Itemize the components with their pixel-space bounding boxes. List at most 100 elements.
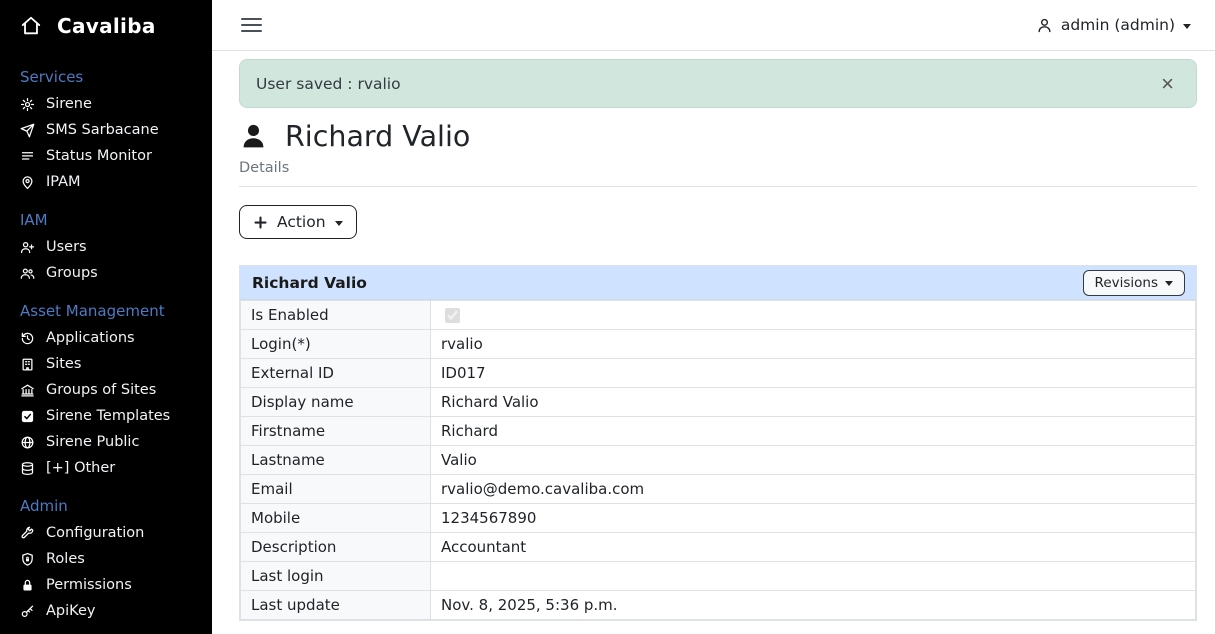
is-enabled-checkbox — [445, 308, 460, 323]
sidebar-item-label: Users — [46, 239, 87, 255]
lock-icon — [20, 578, 35, 593]
field-label: Firstname — [241, 417, 431, 446]
table-row: Last update Nov. 8, 2025, 5:36 p.m. — [241, 591, 1196, 620]
geo-pin-icon — [20, 175, 35, 190]
field-value — [431, 301, 1196, 330]
sidebar-item-ipam[interactable]: IPAM — [20, 169, 204, 195]
field-label: Display name — [241, 388, 431, 417]
main-area: admin (admin) User saved : rvalio × Rich… — [212, 0, 1215, 634]
field-value — [431, 562, 1196, 591]
user-menu-label: admin (admin) — [1061, 16, 1175, 34]
sidebar-section-asset-management: Asset Management — [20, 302, 204, 320]
field-value: rvalio@demo.cavaliba.com — [431, 475, 1196, 504]
divider — [239, 186, 1197, 187]
card-header: Richard Valio Revisions — [240, 266, 1196, 300]
bank-icon — [20, 383, 35, 398]
revisions-button-label: Revisions — [1095, 275, 1158, 291]
key-icon — [20, 604, 35, 619]
sidebar-item-other[interactable]: [+] Other — [20, 455, 204, 481]
globe-icon — [20, 435, 35, 450]
check-square-icon — [20, 409, 35, 424]
field-value: 1234567890 — [431, 504, 1196, 533]
chevron-down-icon — [1165, 281, 1173, 286]
sidebar-item-label: Configuration — [46, 525, 144, 541]
details-table: Is Enabled Login(*) rvalio External ID I… — [240, 300, 1196, 620]
history-icon — [20, 331, 35, 346]
sidebar-item-label: Sirene Templates — [46, 408, 170, 424]
sidebar-item-sites[interactable]: Sites — [20, 351, 204, 377]
table-row: Description Accountant — [241, 533, 1196, 562]
field-label: External ID — [241, 359, 431, 388]
list-icon — [20, 149, 35, 164]
table-row: Lastname Valio — [241, 446, 1196, 475]
page-subtitle: Details — [239, 160, 1197, 176]
top-navbar: admin (admin) — [212, 0, 1215, 51]
person-fill-icon — [239, 122, 268, 151]
field-label: Login(*) — [241, 330, 431, 359]
table-row: Display name Richard Valio — [241, 388, 1196, 417]
sidebar-item-label: Sirene — [46, 96, 92, 112]
hamburger-icon[interactable] — [239, 14, 264, 36]
sidebar-item-label: ApiKey — [46, 603, 95, 619]
page-heading: Richard Valio — [239, 120, 1197, 153]
sidebar-item-sirene-public[interactable]: Sirene Public — [20, 429, 204, 455]
page-title: Richard Valio — [285, 120, 470, 153]
success-alert: User saved : rvalio × — [239, 59, 1197, 108]
user-menu[interactable]: admin (admin) — [1036, 16, 1191, 34]
sidebar: Cavaliba Services Sirene SMS Sarbacane S… — [0, 0, 212, 634]
table-row: Firstname Richard — [241, 417, 1196, 446]
field-value: Richard Valio — [431, 388, 1196, 417]
table-row: Mobile 1234567890 — [241, 504, 1196, 533]
sidebar-item-permissions[interactable]: Permissions — [20, 572, 204, 598]
action-button-label: Action — [277, 213, 326, 231]
sidebar-item-sirene[interactable]: Sirene — [20, 91, 204, 117]
shield-lock-icon — [20, 552, 35, 567]
sidebar-item-sirene-templates[interactable]: Sirene Templates — [20, 403, 204, 429]
sidebar-item-label: IPAM — [46, 174, 81, 190]
field-value: ID017 — [431, 359, 1196, 388]
home-icon — [20, 15, 42, 37]
sidebar-item-applications[interactable]: Applications — [20, 325, 204, 351]
sidebar-item-label: Sirene Public — [46, 434, 139, 450]
table-row: Login(*) rvalio — [241, 330, 1196, 359]
building-icon — [20, 357, 35, 372]
table-row: Email rvalio@demo.cavaliba.com — [241, 475, 1196, 504]
brand[interactable]: Cavaliba — [20, 14, 204, 38]
sidebar-item-label: Applications — [46, 330, 135, 346]
person-icon — [1036, 17, 1053, 34]
sidebar-item-label: SMS Sarbacane — [46, 122, 159, 138]
table-row: Is Enabled — [241, 301, 1196, 330]
sidebar-item-label: Permissions — [46, 577, 132, 593]
gear-icon — [20, 97, 35, 112]
wrench-icon — [20, 526, 35, 541]
sidebar-item-status-monitor[interactable]: Status Monitor — [20, 143, 204, 169]
field-label: Is Enabled — [241, 301, 431, 330]
close-icon[interactable]: × — [1155, 71, 1180, 97]
sidebar-item-sms-sarbacane[interactable]: SMS Sarbacane — [20, 117, 204, 143]
field-label: Last login — [241, 562, 431, 591]
send-icon — [20, 123, 35, 138]
field-value: Valio — [431, 446, 1196, 475]
action-button[interactable]: Action — [239, 205, 357, 239]
field-value: Richard — [431, 417, 1196, 446]
sidebar-section-services: Services — [20, 68, 204, 86]
sidebar-item-users[interactable]: Users — [20, 234, 204, 260]
field-label: Description — [241, 533, 431, 562]
sidebar-item-configuration[interactable]: Configuration — [20, 520, 204, 546]
sidebar-item-label: [+] Other — [46, 460, 115, 476]
sidebar-item-groups-of-sites[interactable]: Groups of Sites — [20, 377, 204, 403]
brand-name: Cavaliba — [57, 14, 156, 38]
field-value: rvalio — [431, 330, 1196, 359]
sidebar-item-roles[interactable]: Roles — [20, 546, 204, 572]
sidebar-item-groups[interactable]: Groups — [20, 260, 204, 286]
sidebar-item-label: Groups — [46, 265, 98, 281]
sidebar-item-label: Sites — [46, 356, 81, 372]
chevron-down-icon — [335, 221, 343, 226]
sidebar-item-label: Groups of Sites — [46, 382, 156, 398]
sidebar-item-apikey[interactable]: ApiKey — [20, 598, 204, 624]
table-row: Last login — [241, 562, 1196, 591]
chevron-down-icon — [1183, 24, 1191, 29]
revisions-button[interactable]: Revisions — [1083, 270, 1185, 296]
field-value: Accountant — [431, 533, 1196, 562]
field-value: Nov. 8, 2025, 5:36 p.m. — [431, 591, 1196, 620]
